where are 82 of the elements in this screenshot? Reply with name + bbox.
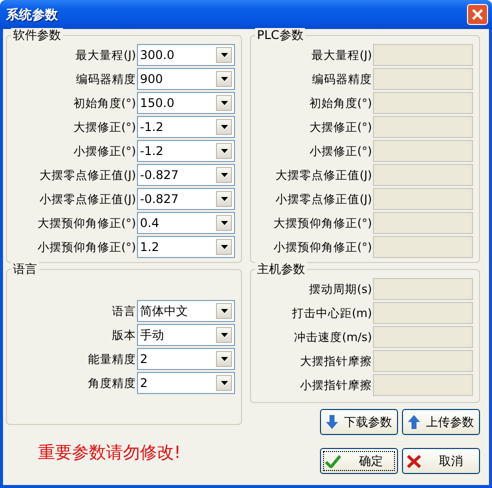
field-label: 冲击速度(m/s)	[292, 330, 373, 344]
dropdown-button[interactable]	[216, 71, 232, 87]
field-label: 小摆指针摩擦	[299, 378, 373, 392]
caret-icon	[220, 173, 228, 177]
field-label: 大摆零点修正值(J)	[274, 168, 373, 182]
dropdown[interactable]: -0.827	[137, 164, 235, 186]
caret-icon	[220, 245, 228, 249]
dropdown-button[interactable]	[216, 167, 232, 183]
field-label: 小摆修正(°)	[308, 144, 373, 158]
caret-icon	[220, 333, 228, 337]
group-title: 语言	[11, 262, 39, 277]
dropdown[interactable]: -1.2	[137, 140, 235, 162]
caret-icon	[220, 309, 228, 313]
field-label: 大摆修正(°)	[308, 120, 373, 134]
warning-text: 重要参数请勿修改!	[38, 442, 182, 464]
close-button[interactable]	[467, 4, 488, 25]
field-label: 打击中心距(m)	[290, 306, 373, 320]
dropdown[interactable]: 0.4	[137, 212, 235, 234]
field-label: 小摆预仰角修正(°)	[272, 240, 373, 254]
field-label: 摆动周期(s)	[308, 282, 373, 296]
field-label: 小摆零点修正值(J)	[38, 192, 137, 206]
dropdown-button[interactable]	[216, 327, 232, 343]
dropdown[interactable]: 1.2	[137, 236, 235, 258]
field-label: 小摆修正(°)	[72, 144, 137, 158]
down-arrow-icon	[326, 415, 338, 429]
dropdown-button[interactable]	[216, 215, 232, 231]
field-label: 大摆指针摩擦	[299, 354, 373, 368]
caret-icon	[220, 221, 228, 225]
field-label: 版本	[111, 328, 137, 342]
caret-icon	[220, 77, 228, 81]
dropdown[interactable]: 2	[137, 372, 235, 394]
check-icon	[325, 454, 341, 468]
caret-icon	[220, 101, 228, 105]
field-label: 小摆零点修正值(J)	[274, 192, 373, 206]
caret-icon	[220, 381, 228, 385]
field-label: 初始角度(°)	[72, 96, 137, 110]
dropdown[interactable]: 简体中文	[137, 300, 235, 322]
dropdown-button[interactable]	[216, 375, 232, 391]
dropdown-button[interactable]	[216, 143, 232, 159]
field-label: 能量精度	[87, 352, 137, 366]
field-label: 小摆预仰角修正(°)	[36, 240, 137, 254]
up-arrow-icon	[408, 415, 420, 429]
cancel-button[interactable]: 取消	[402, 448, 480, 474]
field-label: 大摆预仰角修正(°)	[36, 216, 137, 230]
field-label: 编码器精度	[75, 72, 137, 86]
dropdown-button[interactable]	[216, 351, 232, 367]
window-title: 系统参数	[6, 6, 58, 24]
dropdown[interactable]: 手动	[137, 324, 235, 346]
field-label: 角度精度	[87, 376, 137, 390]
dropdown-button[interactable]	[216, 303, 232, 319]
field-label: 语言	[111, 304, 137, 318]
dropdown-button[interactable]	[216, 95, 232, 111]
field-label: 大摆预仰角修正(°)	[272, 216, 373, 230]
field-label: 大摆零点修正值(J)	[38, 168, 137, 182]
dropdown-button[interactable]	[216, 119, 232, 135]
ok-button[interactable]: 确定	[320, 448, 398, 474]
dropdown[interactable]: 150.0	[137, 92, 235, 114]
caret-icon	[220, 357, 228, 361]
group-title: 主机参数	[255, 262, 307, 277]
dropdown[interactable]: 300.0	[137, 44, 235, 66]
dropdown[interactable]: 900	[137, 68, 235, 90]
caret-icon	[220, 149, 228, 153]
caret-icon	[220, 53, 228, 57]
dropdown-button[interactable]	[216, 191, 232, 207]
group-title: 软件参数	[11, 28, 63, 43]
field-label: 大摆修正(°)	[72, 120, 137, 134]
caret-icon	[220, 125, 228, 129]
caret-icon	[220, 197, 228, 201]
field-label: 最大量程(J)	[310, 48, 373, 62]
dropdown[interactable]: -0.827	[137, 188, 235, 210]
dropdown[interactable]: 2	[137, 348, 235, 370]
close-icon	[407, 454, 421, 468]
dropdown-button[interactable]	[216, 239, 232, 255]
field-label: 最大量程(J)	[74, 48, 137, 62]
field-label: 初始角度(°)	[308, 96, 373, 110]
upload-button[interactable]: 上传参数	[402, 409, 480, 435]
download-button[interactable]: 下载参数	[320, 409, 398, 435]
field-label: 编码器精度	[311, 72, 373, 86]
close-icon	[471, 8, 484, 21]
group-title: PLC参数	[255, 28, 306, 43]
dropdown-button[interactable]	[216, 47, 232, 63]
dropdown[interactable]: -1.2	[137, 116, 235, 138]
